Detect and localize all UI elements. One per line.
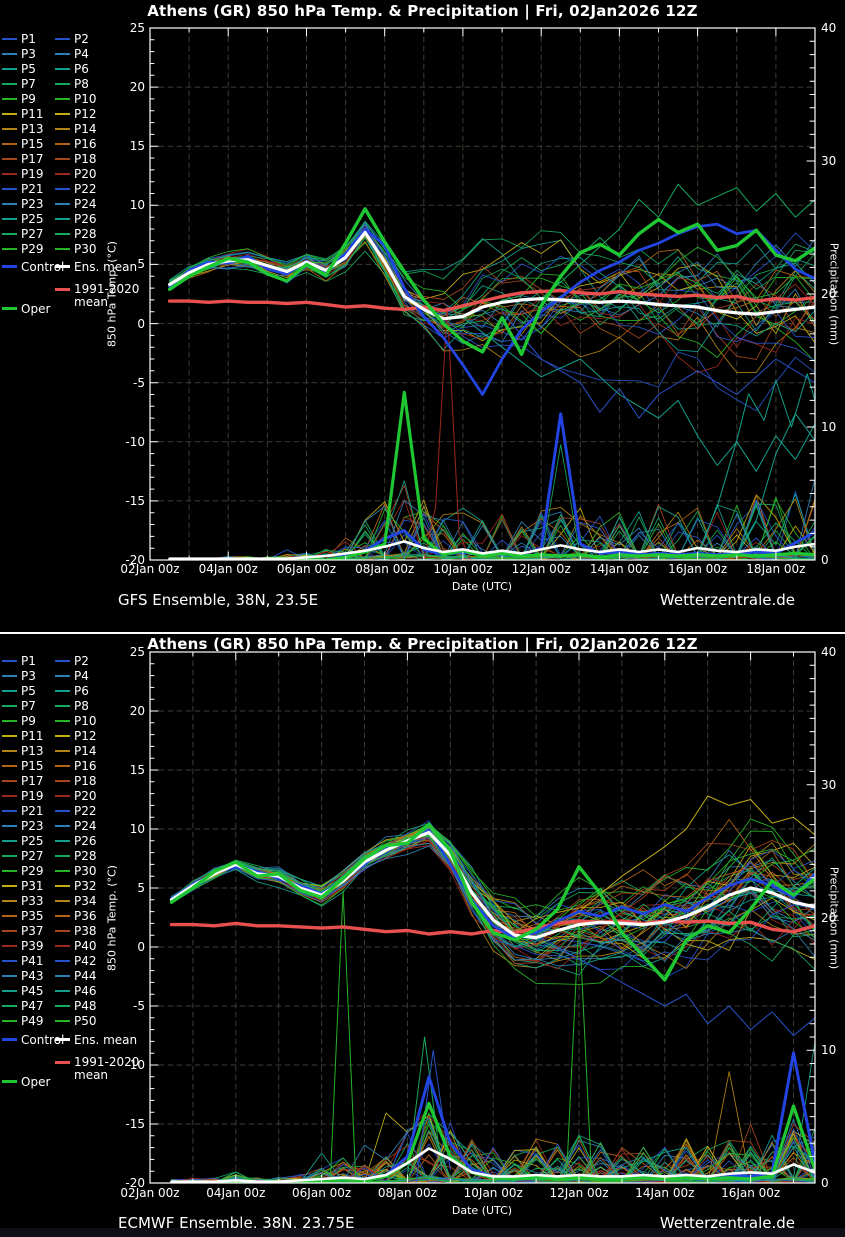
precip-tick-label: 20 [821,911,845,925]
gfs-panel: Athens (GR) 850 hPa Temp. & Precipitatio… [0,0,845,632]
x-tick-label: 14Jan 00z [577,562,661,576]
precip-tick-label: 30 [821,154,845,168]
temp-tick-label: 10 [99,822,145,836]
precip-tick-label: 10 [821,1043,845,1057]
temp-tick-label: 25 [99,645,145,659]
temp-tick-label: -15 [99,1117,145,1131]
x-tick-label: 08Jan 00z [343,562,427,576]
temp-tick-label: 0 [99,317,145,331]
temp-tick-label: -5 [99,376,145,390]
member-precip-line [170,481,815,560]
x-tick-label: 06Jan 00z [264,562,348,576]
x-tick-label: 02Jan 00z [108,562,192,576]
x-axis-label: Date (UTC) [382,580,582,593]
x-tick-label: 10Jan 00z [451,1186,535,1200]
temp-tick-label: 5 [99,881,145,895]
precip-tick-label: 30 [821,778,845,792]
temp-tick-label: -10 [99,435,145,449]
x-tick-label: 06Jan 00z [280,1186,364,1200]
x-tick-label: 04Jan 00z [186,562,270,576]
temp-tick-label: -10 [99,1058,145,1072]
precip-tick-label: 0 [821,553,845,567]
site-credit: Wetterzentrale.de [595,591,795,609]
precip-tick-label: 40 [821,21,845,35]
precip-tick-label: 0 [821,1176,845,1190]
temp-tick-label: 0 [99,940,145,954]
temp-tick-label: -5 [99,999,145,1013]
x-tick-label: 02Jan 00z [108,1186,192,1200]
precip-tick-label: 10 [821,420,845,434]
oper-temp-line [170,209,815,354]
temp-tick-label: -15 [99,494,145,508]
x-tick-label: 12Jan 00z [499,562,583,576]
x-tick-label: 14Jan 00z [623,1186,707,1200]
model-caption: GFS Ensemble, 38N, 23.5E [118,591,318,609]
member-temp-line [170,238,815,334]
temp-tick-label: 5 [99,257,145,271]
x-tick-label: 04Jan 00z [194,1186,278,1200]
precip-tick-label: 20 [821,287,845,301]
x-axis-label: Date (UTC) [382,1204,582,1217]
member-temp-line [170,234,815,328]
ecmwf-plot [0,634,845,1228]
temp-tick-label: 20 [99,704,145,718]
temp-tick-label: 20 [99,80,145,94]
x-tick-label: 18Jan 00z [734,562,818,576]
window-edge-strip [0,1228,845,1237]
temp-tick-label: 15 [99,763,145,777]
ecmwf-panel: Athens (GR) 850 hPa Temp. & Precipitatio… [0,634,845,1228]
precip-tick-label: 40 [821,645,845,659]
plot-frame [150,28,815,560]
x-tick-label: 12Jan 00z [537,1186,621,1200]
x-tick-label: 08Jan 00z [365,1186,449,1200]
temp-tick-label: 10 [99,198,145,212]
oper-precip-line [170,392,815,560]
x-tick-label: 16Jan 00z [709,1186,793,1200]
x-tick-label: 16Jan 00z [656,562,740,576]
wetterzentrale-ensemble-page: Athens (GR) 850 hPa Temp. & Precipitatio… [0,0,845,1237]
member-temp-line [536,935,815,1035]
temp-tick-label: 25 [99,21,145,35]
temp-tick-label: 15 [99,139,145,153]
x-tick-label: 10Jan 00z [421,562,505,576]
member-precip-line [330,891,356,1183]
